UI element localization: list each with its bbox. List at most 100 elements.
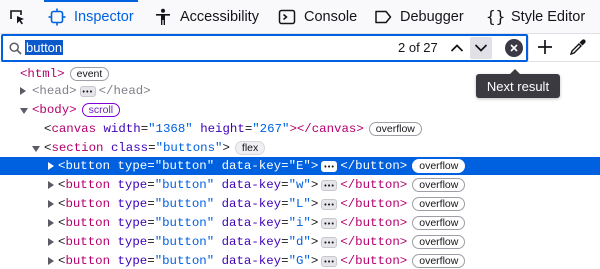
attr-value: "button" [154,254,215,268]
tag-name: button [65,159,111,173]
attr-value: "button" [154,235,215,249]
tab-accessibility[interactable]: Accessibility [154,0,259,34]
attr-value: "E" [288,159,311,173]
expand-twisty[interactable] [48,162,54,170]
plus-icon [538,40,552,54]
clear-search-button[interactable] [505,39,523,57]
tag-name: button [65,235,111,249]
tree-node-button[interactable]: <button type="button" data-key="w"></but… [0,176,600,195]
collapsed-children-button[interactable] [321,234,338,252]
attr-value: "buttons" [155,141,223,155]
tree-node-canvas[interactable]: < canvas width = "1368" height = "267" ></canv… [0,120,600,138]
tab-style-editor[interactable]: {} Style Editor [486,0,585,34]
tab-console[interactable]: Console [278,0,357,34]
expand-twisty[interactable] [48,257,54,265]
overflow-badge[interactable]: overflow [412,178,466,192]
scroll-badge[interactable]: scroll [81,103,121,117]
tag-close: </button> [340,254,408,268]
element-picker-button[interactable] [8,0,26,34]
svg-text:{}: {} [486,8,505,26]
tag-body: <body> [32,103,77,117]
tree-node-section[interactable]: < section class = "buttons" > flex [0,139,600,157]
tag-close: </button> [340,159,408,173]
eyedropper-icon [569,39,586,56]
attr-name: data-key [221,178,282,192]
expand-twisty[interactable] [48,238,54,246]
overflow-badge[interactable]: overflow [412,159,466,173]
tag-head-close: </head> [98,84,151,98]
tag-name: button [65,216,111,230]
overflow-badge[interactable]: overflow [412,235,466,249]
tag-head: <head> [32,84,77,98]
tree-node-html[interactable]: <html> event [0,65,600,83]
expand-twisty[interactable] [48,200,54,208]
tree-node-head[interactable]: <head> </head> [0,82,600,101]
tree-node-body[interactable]: <body> scroll [0,101,600,119]
collapse-twisty[interactable] [32,146,40,152]
element-picker-icon [10,10,24,25]
attr-name: type [117,159,148,173]
chevron-down-icon [474,44,488,52]
overflow-badge[interactable]: overflow [368,122,422,136]
tree-node-button[interactable]: <button type="button" data-key="G"></but… [0,252,600,269]
tab-label: Style Editor [511,9,586,25]
tab-label: Debugger [400,9,464,25]
collapsed-children-button[interactable] [321,158,338,176]
attr-name: data-key [221,235,282,249]
search-result-count: 2 of 27 [398,40,438,55]
accessibility-icon [156,8,170,25]
tag-name: button [65,178,111,192]
attr-name: height [200,122,245,136]
attr-name: class [110,141,149,155]
attr-value: "d" [288,235,311,249]
previous-result-button[interactable] [446,37,468,59]
tree-node-button[interactable]: <button type="button" data-key="E"></but… [0,157,600,176]
attr-name: width [103,122,141,136]
tree-node-button[interactable]: <button type="button" data-key="L"></but… [0,195,600,214]
attr-value: "267" [252,122,290,136]
search-input-selected-text: button [25,40,64,55]
attr-name: type [117,235,148,249]
debugger-icon [375,10,392,24]
tab-label: Accessibility [180,9,259,25]
attr-value: "L" [288,197,311,211]
tag-name: button [65,197,111,211]
next-result-button[interactable] [470,37,492,59]
tree-node-button[interactable]: <button type="button" data-key="d"></but… [0,233,600,252]
attr-name: type [117,254,148,268]
collapsed-children-button[interactable] [321,196,338,214]
expand-twisty[interactable] [48,181,54,189]
add-node-button[interactable] [536,38,554,61]
attr-name: type [117,197,148,211]
tag-html: <html> [20,67,65,81]
search-input[interactable]: button [25,39,64,57]
collapsed-children-button[interactable] [79,83,96,101]
style-editor-icon: {} [486,8,505,26]
tree-node-button[interactable]: <button type="button" data-key="i"></but… [0,214,600,233]
event-badge[interactable]: event [69,67,110,81]
tab-inspector[interactable]: Inspector [44,0,138,34]
collapsed-children-button[interactable] [321,177,338,195]
tag-name: section [51,141,104,155]
overflow-badge[interactable]: overflow [412,216,466,230]
tab-label: Inspector [74,9,134,25]
expand-twisty[interactable] [20,87,26,95]
tag-close: </button> [340,197,408,211]
tab-debugger[interactable]: Debugger [374,0,464,34]
inspector-icon [48,8,66,26]
search-field[interactable]: button 2 of 27 [1,34,528,62]
overflow-badge[interactable]: overflow [412,197,466,211]
chevron-up-icon [450,44,464,52]
expand-twisty[interactable] [48,219,54,227]
eyedropper-button[interactable] [569,38,587,61]
collapse-twisty[interactable] [20,108,28,114]
collapsed-children-button[interactable] [321,215,338,233]
attr-value: "i" [288,216,311,230]
overflow-badge[interactable]: overflow [412,254,466,268]
collapsed-children-button[interactable] [321,253,338,269]
tag-name: button [65,254,111,268]
flex-badge[interactable]: flex [234,141,266,155]
attr-value: "button" [154,178,215,192]
markup-search-bar: button 2 of 27 [0,34,600,62]
tag-close: </button> [340,235,408,249]
